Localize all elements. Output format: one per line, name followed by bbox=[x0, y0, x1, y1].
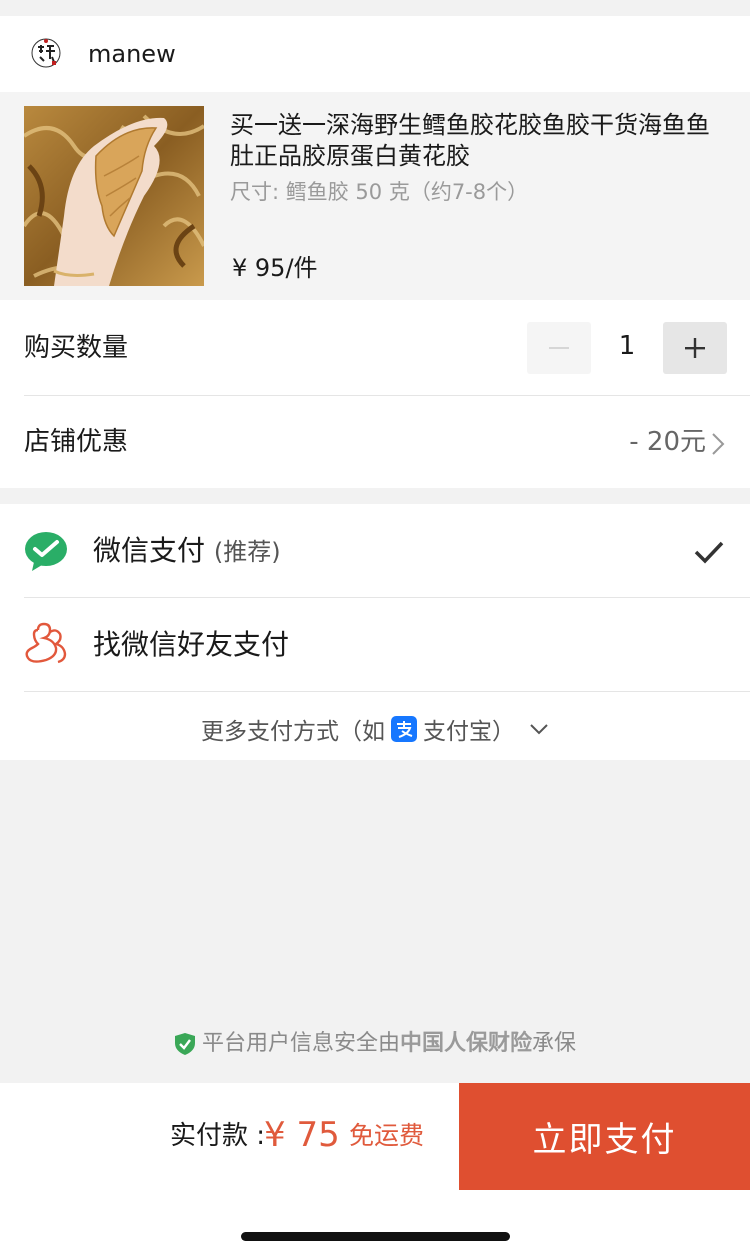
wechat-pay-hint: (推荐) bbox=[213, 538, 281, 566]
quantity-plus-button[interactable] bbox=[663, 322, 727, 374]
friend-pay-icon bbox=[25, 622, 67, 664]
product-spec: 尺寸: 鳕鱼胶 50 克（约7-8个） bbox=[230, 180, 529, 204]
plus-icon bbox=[685, 338, 705, 358]
chevron-right-icon bbox=[712, 433, 725, 455]
payment-option-friend[interactable]: 找微信好友支付 bbox=[0, 598, 750, 691]
product-price: ¥ 95/件 bbox=[232, 254, 318, 282]
shield-check-icon bbox=[174, 1033, 195, 1055]
discount-value: - 20元 bbox=[629, 427, 706, 457]
product-title: 买一送一深海野生鳕鱼胶花胶鱼胶干货海鱼鱼肚正品胶原蛋白黄花胶 bbox=[230, 111, 710, 170]
quantity-label: 购买数量 bbox=[24, 333, 129, 363]
wechat-pay-icon bbox=[25, 532, 67, 571]
alipay-icon bbox=[391, 716, 417, 742]
divider bbox=[24, 691, 750, 692]
more-payment-suffix: 支付宝） bbox=[423, 719, 515, 745]
store-discount-row[interactable]: 店铺优惠 - 20元 bbox=[0, 396, 750, 488]
security-note: 平台用户信息安全由 中国人保财险 承保 bbox=[0, 1027, 750, 1061]
more-payment-options[interactable]: 更多支付方式（如 支付宝） bbox=[0, 708, 750, 750]
shipping-label: 免运费 bbox=[349, 1121, 425, 1150]
friend-pay-label: 找微信好友支付 bbox=[93, 628, 290, 661]
store-name[interactable]: manew bbox=[88, 38, 176, 70]
store-header: manew bbox=[0, 16, 750, 92]
minus-icon bbox=[549, 347, 569, 349]
checkout-bar: 实付款 : ¥ 75 免运费 立即支付 bbox=[0, 1083, 750, 1258]
more-payment-prefix: 更多支付方式（如 bbox=[201, 719, 385, 745]
quantity-minus-button[interactable] bbox=[527, 322, 591, 374]
checkmark-icon bbox=[694, 541, 724, 564]
total-amount: ¥ 75 bbox=[264, 1115, 340, 1155]
product-image bbox=[24, 106, 204, 286]
wechat-pay-label: 微信支付 (推荐) bbox=[93, 532, 281, 571]
chevron-down-icon bbox=[530, 724, 548, 735]
payment-option-wechat[interactable]: 微信支付 (推荐) bbox=[0, 504, 750, 597]
store-seal-logo bbox=[30, 37, 62, 69]
discount-label: 店铺优惠 bbox=[24, 427, 129, 457]
security-prefix: 平台用户信息安全由 bbox=[201, 1031, 400, 1056]
product-card: 买一送一深海野生鳕鱼胶花胶鱼胶干货海鱼鱼肚正品胶原蛋白黄花胶 尺寸: 鳕鱼胶 5… bbox=[0, 92, 750, 300]
total-label: 实付款 : bbox=[170, 1121, 266, 1151]
security-insurer: 中国人保财险 bbox=[399, 1031, 532, 1056]
order-options: 购买数量 1 店铺优惠 - 20元 bbox=[0, 300, 750, 488]
pay-now-button[interactable]: 立即支付 bbox=[459, 1083, 750, 1190]
home-indicator[interactable] bbox=[241, 1232, 510, 1241]
payment-methods: 微信支付 (推荐) 找微信好友支付 更多支付方式（如 支付宝） bbox=[0, 504, 750, 760]
security-suffix: 承保 bbox=[532, 1031, 577, 1056]
quantity-value[interactable]: 1 bbox=[600, 328, 654, 364]
wechat-pay-text: 微信支付 bbox=[93, 534, 206, 567]
